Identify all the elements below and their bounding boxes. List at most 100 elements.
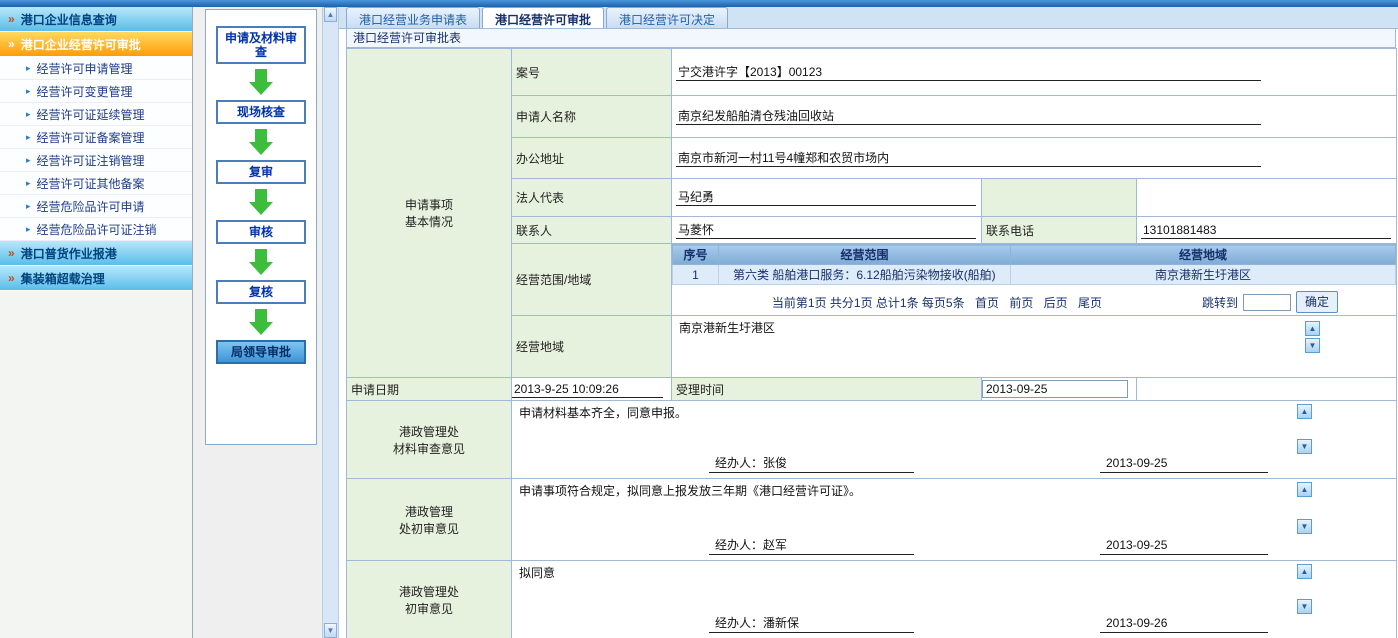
- main-content: 港口经营业务申请表 港口经营许可审批 港口经营许可决定 港口经营许可审批表 申请…: [339, 7, 1398, 638]
- sidebar-item-license-renewal-mgmt[interactable]: ▸ 经营许可证延续管理: [0, 103, 192, 126]
- sidebar-item-enterprise-info-query[interactable]: » 港口企业信息查询: [0, 7, 192, 32]
- applicant-label: 申请人名称: [512, 96, 672, 138]
- sidebar-item-license-filing-mgmt[interactable]: ▸ 经营许可证备案管理: [0, 126, 192, 149]
- accept-time-value[interactable]: 2013-09-25: [982, 380, 1128, 398]
- sidebar-item-label: 经营许可变更管理: [37, 83, 133, 100]
- case-no-cell: 宁交港许字【2013】00123: [672, 49, 1397, 96]
- scope-row-area: 南京港新生圩港区: [1011, 265, 1396, 285]
- flow-step-material-review[interactable]: 申请及材料审查: [216, 26, 306, 64]
- apply-date-value[interactable]: 2013-9-25 10:09:26: [512, 381, 663, 398]
- handler-date-field[interactable]: 2013-09-25: [1100, 455, 1268, 473]
- scope-col-scope-header: 经营范围: [719, 245, 1011, 265]
- flow-step-re-review[interactable]: 复审: [216, 160, 306, 184]
- handler-field[interactable]: 经办人：潘新保: [709, 615, 914, 633]
- textarea-scrollbar[interactable]: ▲ ▼: [1297, 482, 1312, 534]
- empty-green-cell: [982, 179, 1137, 217]
- scroll-down-icon[interactable]: ▼: [324, 623, 337, 638]
- flow-step-audit[interactable]: 审核: [216, 220, 306, 244]
- tab-license-approval[interactable]: 港口经营许可审批: [482, 7, 604, 28]
- scroll-down-icon[interactable]: ▼: [1297, 519, 1312, 534]
- last-page-link[interactable]: 尾页: [1078, 296, 1102, 310]
- office-address-label: 办公地址: [512, 138, 672, 179]
- sidebar-item-license-application-mgmt[interactable]: ▸ 经营许可申请管理: [0, 57, 192, 80]
- area-value[interactable]: 南京港新生圩港区: [672, 316, 1396, 339]
- sidebar-item-label: 港口普货作业报港: [21, 245, 117, 262]
- sidebar-item-dangerous-goods-application[interactable]: ▸ 经营危险品许可申请: [0, 195, 192, 218]
- menu-arrows-icon: »: [8, 271, 15, 285]
- textarea-scrollbar[interactable]: ▲ ▼: [1297, 564, 1312, 614]
- form-container: 港口经营许可审批表 申请事项 基本情况 案号 宁交港许字【2013】00123 …: [346, 29, 1396, 638]
- sidebar-item-container-overload[interactable]: » 集装箱超载治理: [0, 266, 192, 291]
- sidebar-item-label: 经营许可证其他备案: [37, 175, 145, 192]
- scope-label: 经营范围/地域: [512, 244, 672, 316]
- flow-step-leader-approval[interactable]: 局领导审批: [216, 340, 306, 364]
- tab-bar: 港口经营业务申请表 港口经营许可审批 港口经营许可决定: [339, 7, 1398, 29]
- table-row: 1 第六类 船舶港口服务：6.12船舶污染物接收(船舶) 南京港新生圩港区: [673, 265, 1396, 285]
- handler-date-field[interactable]: 2013-09-25: [1100, 537, 1268, 555]
- arrow-bullet-icon: ▸: [26, 63, 31, 74]
- flow-step-recheck[interactable]: 复核: [216, 280, 306, 304]
- arrow-bullet-icon: ▸: [26, 178, 31, 189]
- opinion-content[interactable]: 拟同意: [512, 561, 1396, 615]
- area-label: 经营地域: [512, 316, 672, 378]
- scope-table-cell: 序号 经营范围 经营地域 1 第六类 船舶港口服务：6.12船舶污染物接收(船舶…: [672, 244, 1397, 316]
- opinion-first-review-label: 港政管理 处初审意见: [347, 479, 512, 561]
- tab-license-decision[interactable]: 港口经营许可决定: [606, 7, 728, 28]
- textarea-scrollbar[interactable]: ▲ ▼: [1305, 321, 1320, 353]
- applicant-value[interactable]: 南京纪发船舶清仓残油回收站: [676, 108, 1261, 125]
- scope-table: 序号 经营范围 经营地域 1 第六类 船舶港口服务：6.12船舶污染物接收(船舶…: [672, 244, 1396, 285]
- sidebar-item-label: 经营许可申请管理: [37, 60, 133, 77]
- accept-time-label: 受理时间: [672, 378, 982, 401]
- arrow-bullet-icon: ▸: [26, 109, 31, 120]
- sidebar-item-dangerous-goods-cancel[interactable]: ▸ 经营危险品许可证注销: [0, 218, 192, 241]
- sidebar-item-license-cancel-mgmt[interactable]: ▸ 经营许可证注销管理: [0, 149, 192, 172]
- opinion-material-review-cell: 申请材料基本齐全，同意申报。 经办人：张俊 2013-09-25 ▲ ▼: [512, 401, 1397, 479]
- case-no-value[interactable]: 宁交港许字【2013】00123: [676, 64, 1261, 81]
- phone-value[interactable]: 13101881483: [1141, 222, 1391, 239]
- case-no-label: 案号: [512, 49, 672, 96]
- menu-arrows-icon: »: [8, 246, 15, 260]
- legal-rep-label: 法人代表: [512, 179, 672, 217]
- handler-field[interactable]: 经办人：赵军: [709, 537, 914, 555]
- scroll-down-icon[interactable]: ▼: [1297, 439, 1312, 454]
- menu-arrows-icon: »: [8, 12, 15, 26]
- prev-page-link[interactable]: 前页: [1009, 296, 1033, 310]
- scroll-up-icon[interactable]: ▲: [1305, 321, 1320, 336]
- sidebar-item-license-approval[interactable]: » 港口企业经营许可审批: [0, 32, 192, 57]
- scroll-up-icon[interactable]: ▲: [1297, 564, 1312, 579]
- sidebar-item-license-other-filing[interactable]: ▸ 经营许可证其他备案: [0, 172, 192, 195]
- opinion-footer: 经办人：潘新保 2013-09-26: [512, 615, 1396, 637]
- scroll-up-icon[interactable]: ▲: [1297, 482, 1312, 497]
- application-window: » 港口企业信息查询 » 港口企业经营许可审批 ▸ 经营许可申请管理 ▸ 经营许…: [0, 0, 1398, 638]
- first-page-link[interactable]: 首页: [975, 296, 999, 310]
- sidebar-item-cargo-operation-report[interactable]: » 港口普货作业报港: [0, 241, 192, 266]
- tab-business-application-form[interactable]: 港口经营业务申请表: [346, 7, 480, 28]
- legal-rep-value[interactable]: 马纪勇: [676, 189, 976, 206]
- office-address-value[interactable]: 南京市新河一村11号4幢郑和农贸市场内: [676, 150, 1261, 167]
- scroll-down-icon[interactable]: ▼: [1297, 599, 1312, 614]
- arrow-bullet-icon: ▸: [26, 224, 31, 235]
- sidebar-item-label: 经营危险品许可证注销: [37, 221, 157, 238]
- page-number-input[interactable]: [1243, 294, 1291, 311]
- scroll-up-icon[interactable]: ▲: [1297, 404, 1312, 419]
- down-arrow-icon: [249, 249, 273, 275]
- scroll-down-icon[interactable]: ▼: [1305, 338, 1320, 353]
- applicant-cell: 南京纪发船舶清仓残油回收站: [672, 96, 1397, 138]
- workflow-area: 申请及材料审查 现场核查 复审 审核 复核 局领导审批: [193, 7, 322, 638]
- opinion-footer: 经办人：张俊 2013-09-25: [512, 455, 1396, 477]
- sidebar-item-label: 经营危险品许可申请: [37, 198, 145, 215]
- contact-value[interactable]: 马菱怀: [676, 222, 976, 239]
- next-page-link[interactable]: 后页: [1044, 296, 1068, 310]
- confirm-button[interactable]: 确定: [1296, 291, 1338, 313]
- arrow-bullet-icon: ▸: [26, 86, 31, 97]
- scroll-up-icon[interactable]: ▲: [324, 7, 337, 22]
- handler-date-field[interactable]: 2013-09-26: [1100, 615, 1268, 633]
- opinion-content[interactable]: 申请事项符合规定，拟同意上报发放三年期《港口经营许可证》。: [512, 479, 1396, 537]
- opinion-content[interactable]: 申请材料基本齐全，同意申报。: [512, 401, 1396, 455]
- handler-field[interactable]: 经办人：张俊: [709, 455, 914, 473]
- sidebar-item-license-change-mgmt[interactable]: ▸ 经营许可变更管理: [0, 80, 192, 103]
- flow-step-site-inspection[interactable]: 现场核查: [216, 100, 306, 124]
- vertical-scrollbar[interactable]: ▲ ▼: [322, 7, 339, 638]
- textarea-scrollbar[interactable]: ▲ ▼: [1297, 404, 1312, 454]
- phone-label: 联系电话: [982, 217, 1137, 244]
